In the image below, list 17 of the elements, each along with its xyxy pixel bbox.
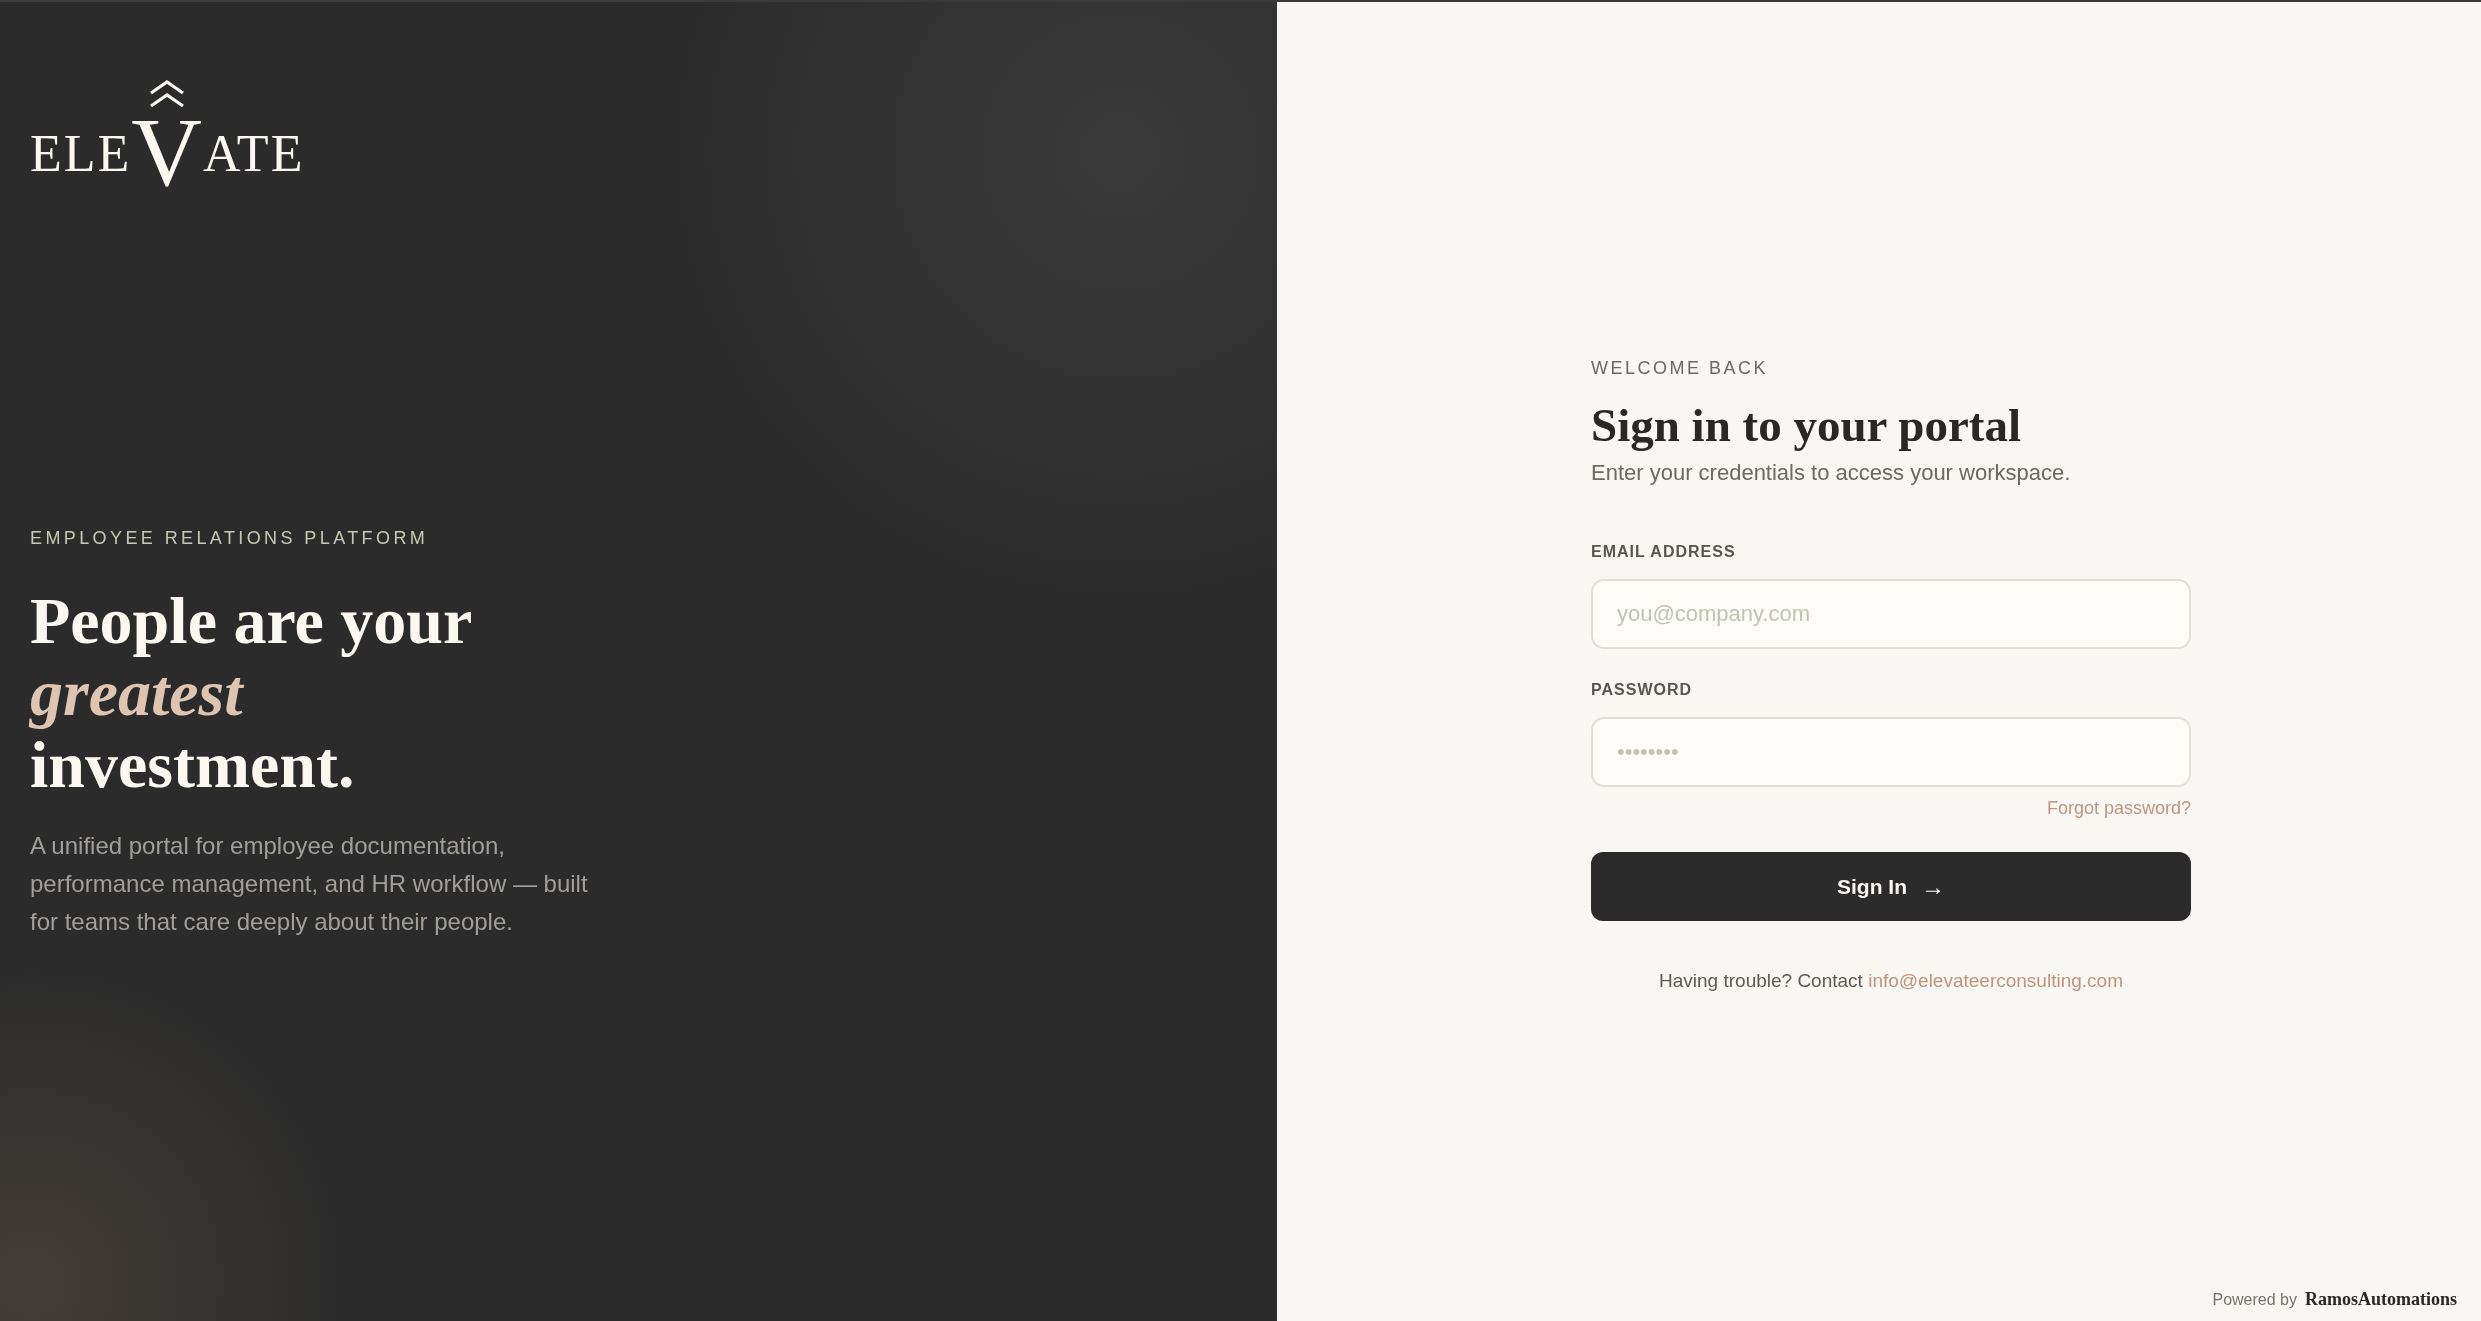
headline: People are your greatest investment.	[30, 585, 474, 801]
help-text: Having trouble? Contact info@elevateerconsulting.com	[1658, 970, 2124, 992]
description: A unified portal for employee documentation, performance management, and HR workflow — built for teams that care deeply about their people.	[30, 831, 589, 937]
input-field[interactable]: you@company.com	[1591, 579, 2191, 649]
form-title: Sign in to your portal	[1591, 398, 2023, 453]
brand-name: RamosAutomations	[2305, 1288, 2457, 1310]
tagline: EMPLOYEE RELATIONS PLATFORM	[30, 527, 430, 549]
field-label: PASSWORD	[1591, 680, 1693, 700]
welcome-text: WELCOME BACK	[1591, 357, 1770, 379]
input-field[interactable]: ••••••••	[1591, 717, 2191, 787]
form-subtitle: Enter your credentials to access your workspace.	[1591, 459, 2072, 487]
sign-in-button[interactable]: Sign In →	[1591, 852, 2191, 921]
field-label: EMAIL ADDRESS	[1591, 542, 1736, 562]
forgot-password-link[interactable]: Forgot password?	[2046, 797, 2191, 819]
double-chevron-icon	[147, 80, 186, 108]
powered-by-label: Powered by	[2212, 1290, 2297, 1310]
email-link[interactable]: info@elevateerconsulting.com	[1868, 970, 2123, 991]
